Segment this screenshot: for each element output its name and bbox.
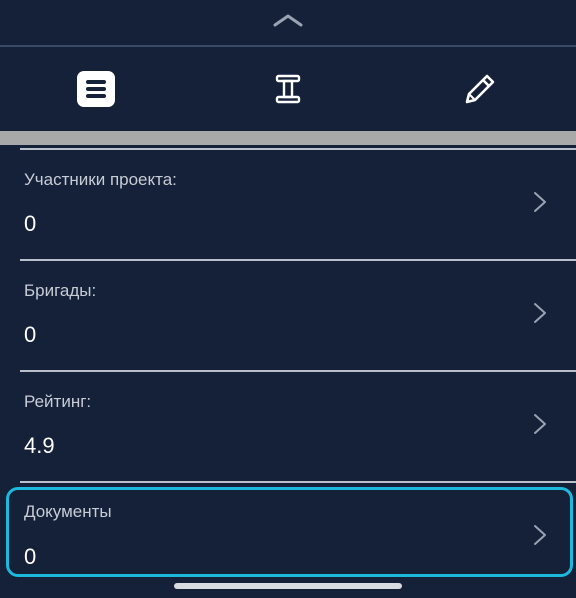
text-cursor-icon	[275, 74, 301, 104]
list-item-rating[interactable]: Рейтинг: 4.9	[0, 372, 576, 482]
list-button[interactable]	[74, 67, 118, 111]
section-separator-band	[0, 131, 576, 145]
chevron-right-icon	[534, 414, 546, 434]
chevron-right-icon	[534, 192, 546, 212]
list-item-participants[interactable]: Участники проекта: 0	[0, 150, 576, 260]
chevron-right-icon	[534, 303, 546, 323]
list-icon	[77, 71, 115, 107]
row-label: Участники проекта:	[24, 170, 177, 189]
row-label: Рейтинг:	[24, 392, 92, 411]
sheet-handle-area[interactable]	[0, 0, 576, 45]
row-value: 4.9	[24, 433, 55, 458]
list-item-brigades[interactable]: Бригады: 0	[0, 261, 576, 371]
edit-button[interactable]	[458, 67, 502, 111]
text-tool-button[interactable]	[266, 67, 310, 111]
home-indicator[interactable]	[174, 583, 402, 589]
chevron-right-icon	[534, 525, 546, 545]
pencil-icon	[465, 74, 495, 104]
toolbar	[0, 47, 576, 131]
row-label: Бригады:	[24, 281, 97, 300]
chevron-up-icon[interactable]	[272, 12, 304, 28]
row-label: Документы	[24, 502, 112, 521]
row-value: 0	[24, 322, 37, 347]
row-value: 0	[24, 544, 37, 569]
list-item-documents[interactable]: Документы 0	[0, 484, 576, 576]
row-divider	[20, 481, 576, 483]
row-value: 0	[24, 211, 37, 236]
